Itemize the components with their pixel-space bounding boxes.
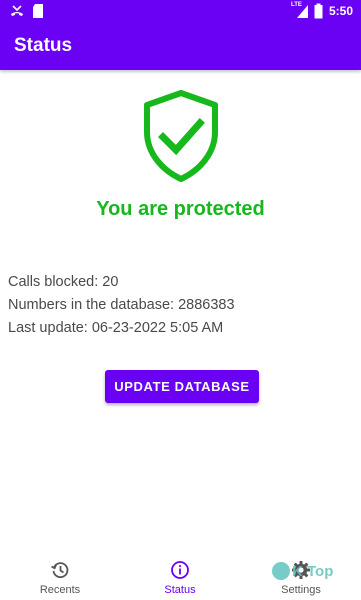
sd-card-icon [33,4,43,18]
nav-label-status: Status [164,584,196,596]
battery-icon [314,3,323,19]
protection-status: You are protected [96,198,265,220]
update-database-button[interactable]: UPDATE DATABASE [105,370,259,403]
watermark-logo-icon [272,562,290,580]
calls-blocked-text: Calls blocked: 20 [8,274,119,290]
signal-icon [297,5,308,18]
nav-label-settings: Settings [281,584,321,596]
info-icon [171,561,189,579]
database-count-text: Numbers in the database: 2886383 [8,297,235,313]
missed-call-icon [11,5,23,16]
app-bar: Status [0,22,361,70]
nav-label-recents: Recents [39,584,81,596]
status-bar: LTE 5:50 [0,0,361,22]
watermark: K Top [272,560,354,584]
history-icon [51,562,69,579]
page-title: Status [14,35,73,56]
shield-check-icon [144,90,218,182]
clock: 5:50 [328,4,353,18]
watermark-text: K Top [292,563,334,580]
nav-item-recents[interactable]: Recents [0,549,120,600]
last-update-text: Last update: 06-23-2022 5:05 AM [8,320,224,336]
nav-item-status[interactable]: Status [120,549,240,600]
